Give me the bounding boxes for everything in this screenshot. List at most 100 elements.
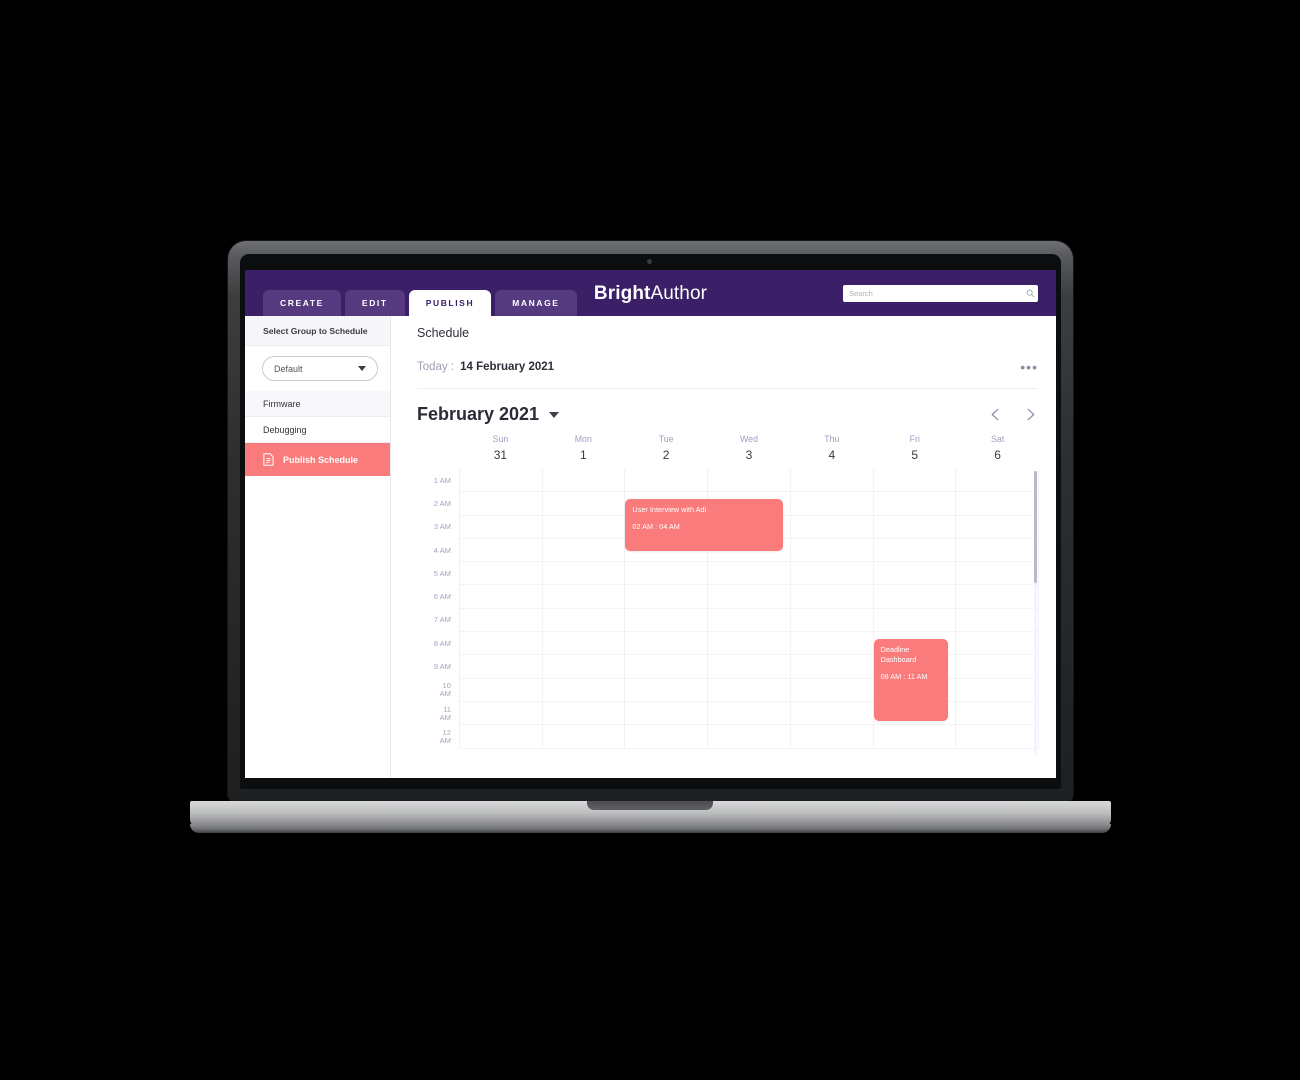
chevron-right-icon[interactable]: [1023, 407, 1038, 422]
time-slot[interactable]: [956, 632, 1039, 656]
chevron-down-icon[interactable]: [549, 411, 560, 418]
time-slot[interactable]: [460, 702, 542, 726]
time-slot[interactable]: [790, 609, 873, 633]
time-slot[interactable]: [542, 632, 625, 656]
time-slot[interactable]: [708, 632, 790, 656]
time-slot[interactable]: [542, 469, 625, 493]
time-slot[interactable]: [708, 725, 790, 749]
time-slot[interactable]: [790, 632, 873, 656]
day-name: Fri: [909, 434, 920, 444]
time-slot[interactable]: [956, 725, 1039, 749]
time-slot[interactable]: [625, 585, 708, 609]
day-column-sat[interactable]: [956, 469, 1039, 749]
time-slot[interactable]: [708, 562, 790, 586]
time-slot[interactable]: [460, 632, 542, 656]
time-slot[interactable]: [790, 725, 873, 749]
time-slot[interactable]: [625, 562, 708, 586]
time-slot[interactable]: [708, 469, 790, 493]
time-slot[interactable]: [460, 562, 542, 586]
time-slot[interactable]: [956, 492, 1039, 516]
screen-viewport: CREATE EDIT PUBLISH MANAGE BrightAuthor …: [245, 270, 1056, 778]
time-slot[interactable]: [790, 562, 873, 586]
time-slot[interactable]: [956, 516, 1039, 539]
time-slot[interactable]: [873, 469, 956, 493]
time-slot[interactable]: [460, 516, 542, 539]
time-slot[interactable]: [460, 469, 542, 493]
day-column-mon[interactable]: [542, 469, 626, 749]
time-slot[interactable]: [790, 516, 873, 539]
search-input[interactable]: [843, 285, 1022, 302]
time-slot[interactable]: [708, 585, 790, 609]
time-slot[interactable]: [542, 516, 625, 539]
time-slot[interactable]: [625, 702, 708, 726]
overflow-menu-icon[interactable]: •••: [1020, 360, 1038, 374]
time-slot[interactable]: [542, 655, 625, 679]
sidebar-item-publish-schedule[interactable]: Publish Schedule: [245, 443, 390, 476]
calendar-event[interactable]: User Interview with Adi 02 AM : 04 AM: [625, 499, 783, 551]
group-select[interactable]: Default: [262, 356, 378, 381]
time-slot[interactable]: [873, 539, 956, 563]
time-slot[interactable]: [956, 655, 1039, 679]
day-header-fri: Fri 5: [873, 434, 956, 462]
calendar-event[interactable]: Deadline Dashboard 08 AM : 11 AM: [873, 639, 949, 721]
time-slot[interactable]: [708, 702, 790, 726]
time-slot[interactable]: [542, 492, 625, 516]
time-slot[interactable]: [956, 562, 1039, 586]
chevron-left-icon[interactable]: [988, 407, 1003, 422]
time-slot[interactable]: [625, 469, 708, 493]
document-icon: [263, 453, 274, 466]
time-slot[interactable]: [542, 562, 625, 586]
time-slot[interactable]: [956, 609, 1039, 633]
time-slot[interactable]: [625, 609, 708, 633]
day-number: 31: [493, 448, 508, 462]
time-slot[interactable]: [460, 539, 542, 563]
time-slot[interactable]: [708, 655, 790, 679]
time-slot[interactable]: [873, 492, 956, 516]
time-slot[interactable]: [873, 562, 956, 586]
time-slot[interactable]: [460, 679, 542, 702]
time-slot[interactable]: [542, 585, 625, 609]
time-slot[interactable]: [873, 609, 956, 633]
time-slot[interactable]: [542, 609, 625, 633]
time-slot[interactable]: [790, 585, 873, 609]
day-column-thu[interactable]: [790, 469, 874, 749]
time-slot[interactable]: [956, 702, 1039, 726]
time-slot[interactable]: [542, 725, 625, 749]
time-slot[interactable]: [790, 702, 873, 726]
time-label: 5 AM: [433, 568, 451, 578]
time-slot[interactable]: [790, 469, 873, 493]
time-slot[interactable]: [625, 725, 708, 749]
time-slot[interactable]: [625, 679, 708, 702]
day-number: 1: [579, 448, 587, 462]
time-slot[interactable]: [790, 492, 873, 516]
time-slot[interactable]: [460, 725, 542, 749]
time-slot[interactable]: [625, 632, 708, 656]
time-slot[interactable]: [542, 679, 625, 702]
time-slot[interactable]: [956, 469, 1039, 493]
time-slot[interactable]: [873, 725, 956, 749]
time-slot[interactable]: [873, 585, 956, 609]
time-slot[interactable]: [790, 539, 873, 563]
time-slot[interactable]: [956, 539, 1039, 563]
time-slot[interactable]: [542, 539, 625, 563]
day-header-tue: Tue 2: [625, 434, 708, 462]
time-slot[interactable]: [460, 492, 542, 516]
time-slot[interactable]: [956, 585, 1039, 609]
time-slot[interactable]: [460, 585, 542, 609]
time-slot[interactable]: [708, 679, 790, 702]
time-slot[interactable]: [873, 516, 956, 539]
sidebar-item-debugging[interactable]: Debugging: [245, 417, 390, 443]
time-slot[interactable]: [460, 609, 542, 633]
time-slot[interactable]: [790, 655, 873, 679]
time-slot[interactable]: [460, 655, 542, 679]
time-slot[interactable]: [625, 655, 708, 679]
sidebar-item-firmware[interactable]: Firmware: [245, 391, 390, 417]
day-column-sun[interactable]: [460, 469, 543, 749]
time-slot[interactable]: [708, 609, 790, 633]
time-slot[interactable]: [542, 702, 625, 726]
search-box[interactable]: [843, 285, 1038, 302]
day-number: 4: [828, 448, 836, 462]
time-slot[interactable]: [790, 679, 873, 702]
scrollbar-thumb[interactable]: [1034, 471, 1037, 583]
time-slot[interactable]: [956, 679, 1039, 702]
